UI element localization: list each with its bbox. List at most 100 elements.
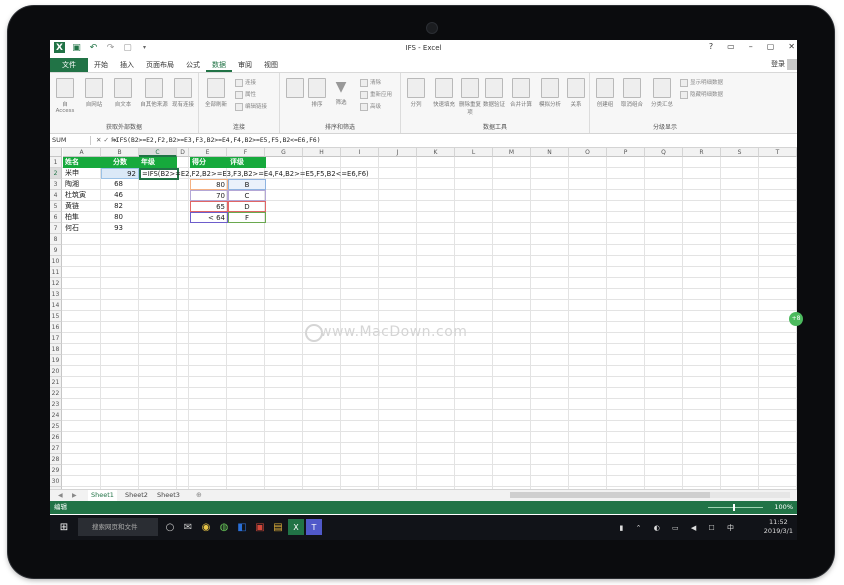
cell-name[interactable]: 柏隼	[63, 212, 101, 223]
active-cell-formula[interactable]: =IFS(B2>=E2,F2,B2>=E3,F3,B2>=E4,F4,B2>=E…	[139, 168, 369, 180]
column-header[interactable]: J	[379, 148, 417, 157]
row-header[interactable]: 22	[50, 388, 62, 399]
column-header[interactable]: I	[341, 148, 379, 157]
cell-rating[interactable]: C	[228, 190, 266, 201]
side-badge[interactable]: +8	[789, 312, 803, 326]
name-box[interactable]: SUM	[52, 136, 91, 145]
row-header[interactable]: 29	[50, 465, 62, 476]
row-header[interactable]: 2	[50, 168, 62, 179]
from-text-button[interactable]: 自文本	[110, 78, 136, 108]
row-header[interactable]: 9	[50, 245, 62, 256]
header-score[interactable]: 分数	[101, 157, 139, 168]
row-header[interactable]: 11	[50, 267, 62, 278]
row-header[interactable]: 3	[50, 179, 62, 190]
header-grade[interactable]: 年级	[139, 157, 177, 168]
row-header[interactable]: 14	[50, 300, 62, 311]
column-header[interactable]: Q	[645, 148, 683, 157]
row-header[interactable]: 18	[50, 344, 62, 355]
cell-points[interactable]: 65	[190, 201, 228, 212]
text-to-columns-button[interactable]: 分列	[403, 78, 429, 108]
clear-button[interactable]: 清除	[360, 78, 381, 87]
header-rating[interactable]: 评级	[228, 157, 266, 168]
cell-rating[interactable]: D	[228, 201, 266, 212]
row-header[interactable]: 13	[50, 289, 62, 300]
row-header[interactable]: 1	[50, 157, 62, 168]
minimize-icon[interactable]: –	[749, 42, 753, 51]
tab-review[interactable]: 审阅	[232, 58, 258, 72]
row-header[interactable]: 20	[50, 366, 62, 377]
what-if-analysis-button[interactable]: 模拟分析	[535, 78, 565, 108]
from-other-sources-button[interactable]: 自其他来源	[139, 78, 169, 108]
column-header[interactable]: O	[569, 148, 607, 157]
tab-page-layout[interactable]: 页面布局	[140, 58, 180, 72]
row-header[interactable]: 25	[50, 421, 62, 432]
prev-sheet-icon[interactable]: ◀	[58, 490, 63, 501]
avatar[interactable]	[787, 59, 797, 70]
excel-taskbar-icon[interactable]: X	[288, 519, 304, 535]
cell-name[interactable]: 杜筑寅	[63, 190, 101, 201]
horizontal-scrollbar[interactable]	[510, 492, 790, 498]
zoom-slider[interactable]	[708, 507, 763, 508]
select-all-corner[interactable]	[50, 148, 62, 157]
add-sheet-icon[interactable]: ⊕	[196, 490, 202, 501]
tab-insert[interactable]: 插入	[114, 58, 140, 72]
system-tray-icons[interactable]: ▮ ⌃ ◐ ▭ ◀ ☐ 中	[620, 523, 739, 533]
worksheet-grid[interactable]: ABCDEFGHIJKLMNOPQRST 1 2 3 4 5 6 7 8 9 10 11 12 13 14…	[50, 148, 797, 492]
tab-home[interactable]: 开始	[88, 58, 114, 72]
consolidate-button[interactable]: 合并计算	[507, 78, 535, 108]
cortana-icon[interactable]: ○	[162, 519, 178, 535]
data-validation-button[interactable]: 数据验证	[483, 78, 505, 108]
column-header[interactable]: H	[303, 148, 341, 157]
cell-score[interactable]: 93	[101, 223, 125, 234]
filter-button[interactable]: ▼ 筛选	[328, 78, 354, 106]
row-header[interactable]: 5	[50, 201, 62, 212]
scroll-thumb[interactable]	[510, 492, 710, 498]
sheet-tab-2[interactable]: Sheet2	[122, 490, 151, 501]
row-header[interactable]: 27	[50, 443, 62, 454]
row-header[interactable]: 19	[50, 355, 62, 366]
relationships-button[interactable]: 关系	[565, 78, 587, 108]
maximize-icon[interactable]: ▢	[767, 42, 775, 51]
column-header[interactable]: F	[227, 148, 265, 157]
column-header[interactable]: L	[455, 148, 493, 157]
row-header[interactable]: 24	[50, 410, 62, 421]
tab-file[interactable]: 文件	[50, 58, 88, 72]
outlook-icon[interactable]: ◧	[234, 519, 250, 535]
cell-name[interactable]: 陶湘	[63, 179, 101, 190]
from-web-button[interactable]: 自网站	[81, 78, 107, 108]
clock[interactable]: 11:52 2019/3/1	[764, 518, 793, 536]
mail-icon[interactable]: ✉	[180, 519, 196, 535]
header-name[interactable]: 姓名	[63, 157, 101, 168]
powerpoint-icon[interactable]: ▣	[252, 519, 268, 535]
teams-icon[interactable]: T	[306, 519, 322, 535]
cell-score[interactable]: 92	[101, 168, 139, 179]
next-sheet-icon[interactable]: ▶	[72, 490, 77, 501]
flash-fill-button[interactable]: 快速填充	[429, 78, 459, 108]
column-header[interactable]: S	[721, 148, 759, 157]
subtotal-button[interactable]: 分类汇总	[648, 78, 676, 108]
column-header[interactable]: G	[265, 148, 303, 157]
cell-points[interactable]: 80	[190, 179, 228, 190]
cell-points[interactable]: 70	[190, 190, 228, 201]
advanced-button[interactable]: 高级	[360, 102, 381, 111]
row-header[interactable]: 12	[50, 278, 62, 289]
properties-button[interactable]: 属性	[235, 90, 256, 99]
row-header[interactable]: 8	[50, 234, 62, 245]
column-header[interactable]: R	[683, 148, 721, 157]
ribbon-options-icon[interactable]: ▭	[727, 42, 735, 51]
sheet-tab-3[interactable]: Sheet3	[154, 490, 183, 501]
cell-score[interactable]: 46	[101, 190, 125, 201]
tab-view[interactable]: 视图	[258, 58, 284, 72]
row-header[interactable]: 21	[50, 377, 62, 388]
column-header[interactable]: D	[177, 148, 189, 157]
column-header[interactable]: N	[531, 148, 569, 157]
cell-name[interactable]: 米申	[63, 168, 101, 179]
help-icon[interactable]: ?	[709, 42, 713, 51]
taskbar-search[interactable]: 搜索网页和文件	[78, 518, 158, 536]
from-access-button[interactable]: 自 Access	[52, 78, 78, 114]
column-header[interactable]: P	[607, 148, 645, 157]
cell-points[interactable]: < 64	[190, 212, 228, 223]
column-header[interactable]: B	[101, 148, 139, 157]
tab-formulas[interactable]: 公式	[180, 58, 206, 72]
show-detail-button[interactable]: 显示明细数据	[680, 78, 723, 87]
